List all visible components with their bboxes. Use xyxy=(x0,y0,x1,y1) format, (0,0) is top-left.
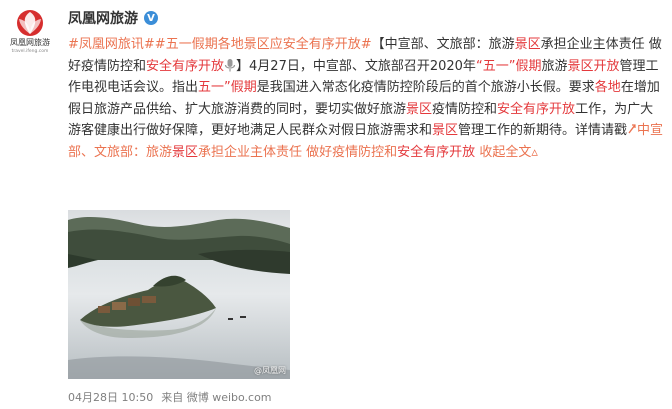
collapse-button[interactable]: 收起全文▵ xyxy=(479,145,538,160)
avatar-caption: 凤凰网旅游 xyxy=(10,37,50,47)
keyword-highlight: 景区 xyxy=(172,144,199,160)
keyword-highlight: 假期 xyxy=(515,58,542,74)
image-watermark: @凤凰网 xyxy=(254,366,286,375)
collapse-label: 收起全文 xyxy=(479,144,532,160)
keyword-highlight: 景区 xyxy=(406,101,433,117)
microphone-icon xyxy=(224,58,236,71)
verified-badge-icon: V xyxy=(144,11,158,25)
keyword-highlight: 景区 xyxy=(432,123,459,138)
avatar[interactable]: 凤凰网旅游 travel.ifeng.com xyxy=(6,6,54,54)
post-time[interactable]: 04月28日 10:50 xyxy=(68,389,153,405)
text-segment: 】4月27日，中宣部、文旅部召开2020年 xyxy=(236,58,476,74)
keyword-highlight: 景区 xyxy=(514,37,541,52)
post-header: 凤凰网旅游 V xyxy=(68,8,158,28)
text-segment: 旅游 xyxy=(541,58,568,74)
keyword-highlight: ”假期 xyxy=(224,80,257,95)
topic-tag-travel-news[interactable]: #凤凰网旅讯# xyxy=(68,37,155,52)
keyword-highlight: 五一 xyxy=(482,58,509,74)
text-segment: 【中宣部、文旅部：旅游 xyxy=(371,37,515,52)
text-segment: 管理工作的新期待。详情请戳 xyxy=(458,123,628,138)
link-text: 承担企业主体责任 做好疫情防控和 xyxy=(198,144,398,160)
keyword-highlight: 景区开放 xyxy=(567,58,620,74)
topic-tag-wuyi[interactable]: #五一假期各地景区应安全有序开放# xyxy=(155,37,372,52)
ifeng-logo-icon: 凤凰网旅游 travel.ifeng.com xyxy=(10,10,50,54)
post-image[interactable]: @凤凰网 xyxy=(68,210,290,379)
keyword-highlight: 五一 xyxy=(198,80,225,95)
keyword-highlight: “ xyxy=(475,58,483,74)
post-footer: 04月28日 10:50 来自 微博 weibo.com xyxy=(68,389,272,405)
lake-island-photo xyxy=(68,210,290,379)
keyword-highlight: 安全有序开放 xyxy=(146,58,225,74)
keyword-highlight: 安全有序开放 xyxy=(397,144,476,160)
author-name[interactable]: 凤凰网旅游 xyxy=(68,8,138,28)
link-icon xyxy=(628,124,636,134)
keyword-highlight: 安全有序开放 xyxy=(497,101,576,117)
post-source[interactable]: 来自 微博 weibo.com xyxy=(161,389,271,405)
avatar-url: travel.ifeng.com xyxy=(12,48,49,54)
text-segment: 是我国进入常态化疫情防控阶段后的首个旅游小长假。要求 xyxy=(256,80,595,95)
text-segment: 疫情防控和 xyxy=(432,101,498,117)
collapse-icon: ▵ xyxy=(531,144,538,160)
post-content: #凤凰网旅讯##五一假期各地景区应安全有序开放#【中宣部、文旅部：旅游景区承担企… xyxy=(68,34,664,163)
keyword-highlight: 各地 xyxy=(594,80,621,95)
